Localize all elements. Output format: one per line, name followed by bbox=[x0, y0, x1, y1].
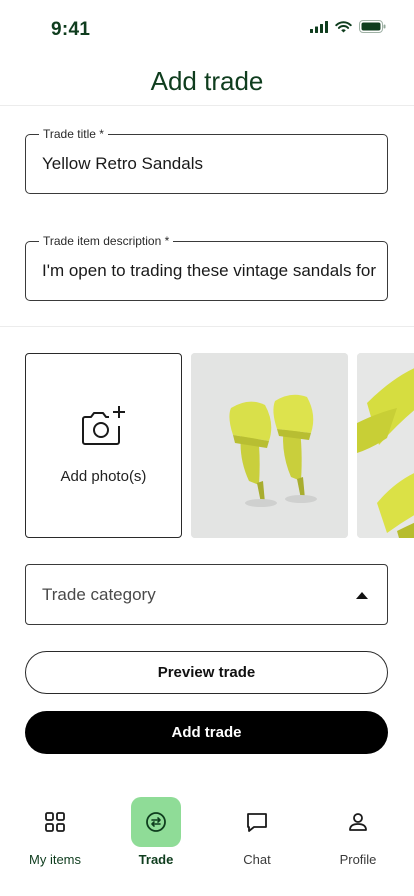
add-photo-label: Add photo(s) bbox=[60, 468, 147, 485]
signal-icon bbox=[310, 20, 328, 33]
photo-thumbnail[interactable] bbox=[191, 353, 348, 538]
nav-item-profile[interactable]: Profile bbox=[313, 790, 403, 867]
trade-title-field[interactable]: Trade title * Yellow Retro Sandals bbox=[25, 127, 388, 194]
sandal-closeup-photo bbox=[357, 353, 414, 538]
trade-category-select[interactable]: Trade category bbox=[25, 564, 388, 625]
add-photo-button[interactable]: Add photo(s) bbox=[25, 353, 182, 538]
add-trade-button[interactable]: Add trade bbox=[25, 711, 388, 754]
add-photo-camera-icon bbox=[81, 406, 125, 445]
nav-label-profile: Profile bbox=[339, 852, 377, 867]
trade-title-input[interactable]: Yellow Retro Sandals bbox=[42, 153, 377, 175]
nav-item-chat[interactable]: Chat bbox=[212, 790, 302, 867]
battery-icon bbox=[359, 20, 386, 33]
trade-title-label: Trade title * bbox=[39, 127, 108, 141]
photo-row[interactable]: Add photo(s) bbox=[25, 353, 414, 538]
nav-label-chat: Chat bbox=[243, 852, 271, 867]
nav-label-trade: Trade bbox=[138, 852, 174, 867]
preview-trade-button[interactable]: Preview trade bbox=[25, 651, 388, 694]
section-divider bbox=[0, 326, 414, 327]
header-divider bbox=[0, 105, 414, 106]
sandals-photo bbox=[191, 353, 348, 538]
trade-description-field[interactable]: Trade item description * I'm open to tra… bbox=[25, 234, 388, 301]
trade-icon bbox=[146, 812, 166, 832]
bottom-nav: My items Trade Chat Profile bbox=[0, 790, 414, 896]
nav-item-my-items[interactable]: My items bbox=[10, 790, 100, 867]
wifi-icon bbox=[335, 20, 352, 32]
photo-thumbnail[interactable] bbox=[357, 353, 414, 538]
status-icons bbox=[310, 20, 386, 33]
profile-icon bbox=[349, 813, 367, 831]
page-title: Add trade bbox=[150, 66, 264, 96]
grid-icon bbox=[45, 812, 65, 832]
trade-description-input[interactable]: I'm open to trading these vintage sandal… bbox=[42, 260, 377, 282]
trade-description-label: Trade item description * bbox=[39, 234, 174, 248]
status-bar: 9:41 bbox=[0, 0, 414, 56]
status-time: 9:41 bbox=[51, 19, 91, 40]
trade-category-placeholder: Trade category bbox=[42, 585, 156, 604]
nav-item-trade[interactable]: Trade bbox=[111, 790, 201, 867]
nav-label-my-items: My items bbox=[29, 852, 81, 867]
caret-up-icon bbox=[356, 592, 368, 599]
chat-icon bbox=[247, 813, 267, 832]
